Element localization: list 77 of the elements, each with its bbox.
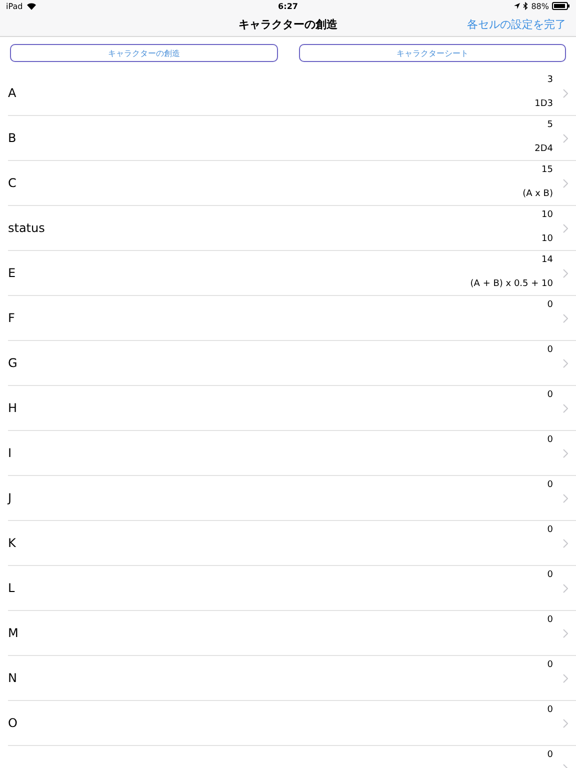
list-row[interactable]: N 0: [8, 656, 576, 701]
list-row[interactable]: E 14 (A + B) x 0.5 + 10: [8, 251, 576, 296]
list-row[interactable]: I 0: [8, 431, 576, 476]
row-label: M: [8, 626, 20, 640]
list-row[interactable]: B 5 2D4: [8, 116, 576, 161]
chevron-icon: [563, 268, 568, 278]
list-row[interactable]: J 0: [8, 476, 576, 521]
list-row[interactable]: C 15 (A x B): [8, 161, 576, 206]
row-label: O: [8, 716, 18, 730]
wifi-icon: [26, 2, 36, 10]
row-label: K: [8, 536, 17, 550]
row-value: 0: [547, 705, 553, 715]
list-row[interactable]: F 0: [8, 296, 576, 341]
row-label: F: [8, 311, 16, 325]
list-row[interactable]: status 10 10: [8, 206, 576, 251]
row-value: 15: [542, 165, 553, 175]
row-detail: 2D4: [534, 144, 553, 154]
chevron-icon: [563, 134, 568, 142]
chevron-icon: [563, 178, 568, 188]
list-row[interactable]: A 3 1D3: [8, 71, 576, 116]
battery-percent: 88%: [531, 2, 549, 10]
list-row[interactable]: H 0: [8, 386, 576, 431]
row-value: 0: [547, 480, 553, 490]
chevron-icon: [563, 538, 568, 548]
row-label: C: [8, 176, 18, 190]
list-row[interactable]: L 0: [8, 566, 576, 611]
chevron-icon: [563, 584, 568, 592]
chevron-icon: [563, 674, 568, 682]
chevron-icon: [563, 224, 568, 232]
row-label: G: [8, 356, 18, 370]
row-value: 0: [547, 435, 553, 445]
row-value: 0: [547, 615, 553, 625]
row-value: 14: [542, 255, 553, 265]
chevron-icon: [563, 628, 568, 638]
row-value: 0: [547, 660, 553, 670]
row-label: I: [8, 446, 13, 460]
location-icon: [514, 3, 520, 9]
row-label: N: [8, 671, 18, 685]
row-detail: (A + B) x 0.5 + 10: [470, 279, 553, 289]
chevron-icon: [563, 494, 568, 502]
chevron-icon: [563, 448, 568, 458]
row-value: 3: [547, 75, 553, 85]
nav-title: キャラクターの創造: [238, 16, 338, 32]
row-label: A: [8, 86, 18, 100]
chevron-icon: [563, 404, 568, 412]
row-value: 0: [547, 525, 553, 535]
row-label: B: [8, 131, 18, 145]
row-value: 0: [547, 345, 553, 355]
row-value: 0: [547, 300, 553, 310]
battery-icon: [552, 2, 570, 10]
row-label: status: [8, 221, 46, 235]
clock: 6:27: [278, 2, 298, 10]
segment-button[interactable]: キャラクターシート: [298, 44, 566, 62]
list-row[interactable]: 0: [8, 746, 576, 768]
list-row[interactable]: K 0: [8, 521, 576, 566]
row-label: E: [8, 266, 17, 280]
chevron-icon: [563, 88, 568, 98]
row-value: 0: [547, 390, 553, 400]
chevron-icon: [563, 314, 568, 322]
row-detail: 10: [542, 234, 553, 244]
row-label: L: [8, 581, 16, 595]
row-value: 0: [547, 570, 553, 580]
row-detail: (A x B): [522, 189, 553, 199]
chevron-icon: [563, 718, 568, 728]
row-value: 0: [547, 750, 553, 760]
list-row[interactable]: G 0: [8, 341, 576, 386]
row-detail: 1D3: [534, 99, 553, 109]
list-row[interactable]: M 0: [8, 611, 576, 656]
chevron-icon: [563, 358, 568, 368]
segment-button[interactable]: キャラクターの創造: [10, 44, 278, 62]
row-label: J: [8, 491, 13, 505]
bluetooth-icon: [523, 2, 528, 10]
row-label: H: [8, 401, 18, 415]
row-value: 10: [542, 210, 553, 220]
row-value: 5: [547, 120, 553, 130]
list-row[interactable]: O 0: [8, 701, 576, 746]
device-name: iPad: [6, 2, 23, 10]
